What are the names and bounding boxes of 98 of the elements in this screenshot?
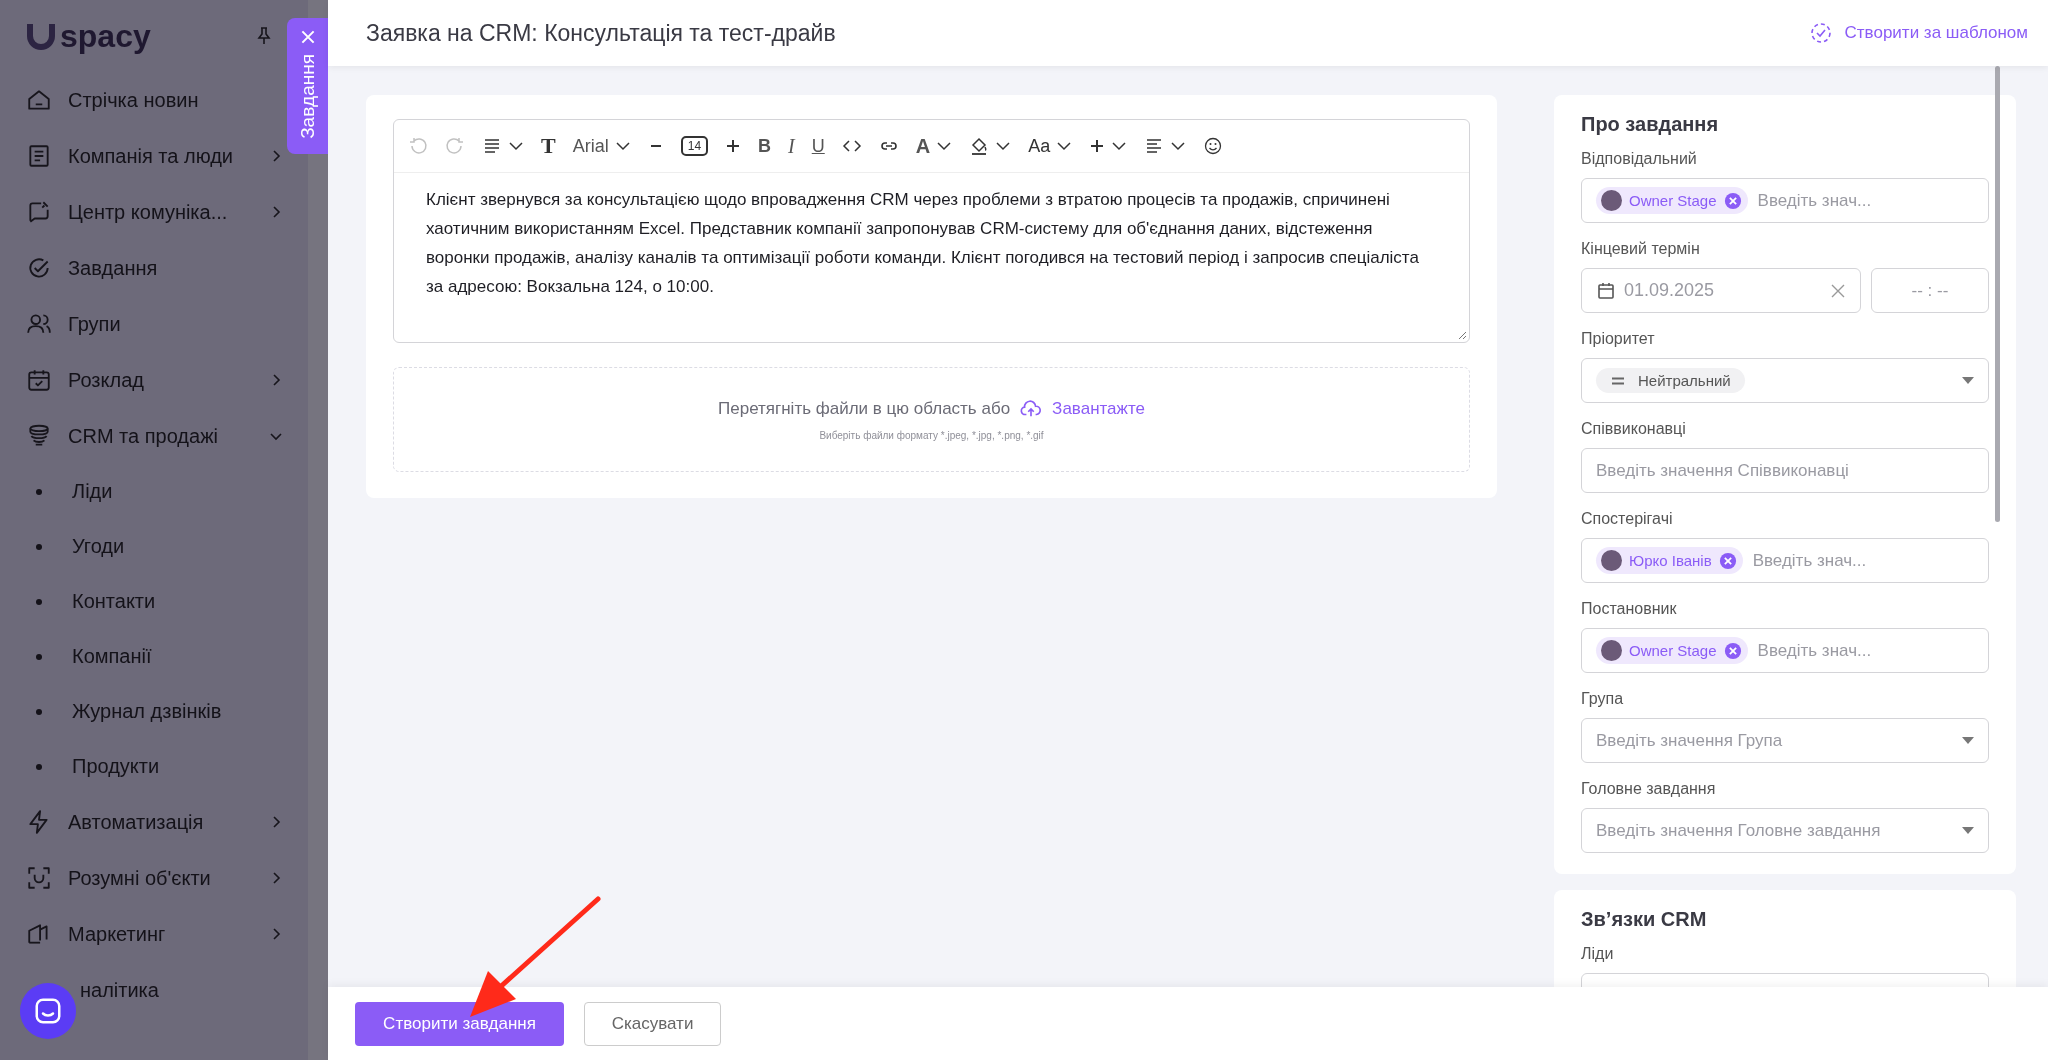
file-drop-zone[interactable]: Перетягніть файли в цю область або Завантажте Виберіть файли формату *.jpeg, *.jpg, *.png, *.gif <box>393 367 1470 472</box>
select-field[interactable]: Введіть значення Група <box>1581 718 1989 763</box>
bullet-dot <box>36 653 42 660</box>
nav-label[interactable]: Маркетинг <box>68 922 166 946</box>
page-title: Заявка на CRM: Консультація та тест-драйв <box>366 19 836 47</box>
logo-mark-icon <box>26 21 56 51</box>
field-label: Група <box>1581 690 1625 708</box>
field-label: Постановник <box>1581 600 1678 618</box>
text-case-tool[interactable]: Aa <box>1028 135 1051 157</box>
nav-label[interactable]: Центр комуніка... <box>68 200 228 224</box>
field-label: Спостерігачі <box>1581 510 1674 528</box>
nav-label[interactable]: Розумні об'єкти <box>68 866 211 890</box>
clear-icon[interactable] <box>1830 282 1846 299</box>
avatar-placeholder <box>1601 640 1622 661</box>
bullet-dot <box>36 708 42 715</box>
priority-select[interactable]: Нейтральний <box>1581 358 1989 403</box>
scrollbar-thumb[interactable] <box>1995 66 2000 522</box>
side-tab[interactable]: Завдання <box>287 18 328 154</box>
remove-icon[interactable] <box>1723 191 1742 210</box>
bold-tool[interactable]: B <box>758 135 772 157</box>
people-field[interactable]: Юрко Іванів Введіть знач... <box>1581 538 1989 583</box>
bullet-dot <box>36 598 42 605</box>
plus-icon[interactable] <box>725 138 742 154</box>
chip-label: Юрко Іванів <box>1629 552 1712 569</box>
nav-sublabel[interactable]: Продукти <box>72 755 160 778</box>
text-color-tool[interactable]: A <box>915 134 931 158</box>
nav-label[interactable]: Групи <box>68 312 121 336</box>
priority-value: Нейтральний <box>1638 372 1731 389</box>
card-title: Зв’язки CRM <box>1581 908 1708 931</box>
font-style-tool[interactable]: T <box>541 133 556 159</box>
nav-sublabel[interactable]: Контакти <box>72 590 156 613</box>
scan-frame-icon <box>26 865 52 891</box>
bullet-dot <box>36 488 42 495</box>
upload-link[interactable]: Завантажте <box>1052 399 1145 419</box>
dropdown-arrow-icon[interactable] <box>1962 376 1974 385</box>
plus-icon[interactable] <box>1089 138 1106 154</box>
document-list-icon <box>26 143 52 169</box>
nav-label[interactable]: налітика <box>80 978 159 1002</box>
underline-tool[interactable]: U <box>811 135 825 157</box>
nav-sublabel[interactable]: Журнал дзвінків <box>72 700 222 723</box>
nav-sublabel[interactable]: Ліди <box>72 480 113 503</box>
chat-phone-icon <box>26 199 52 225</box>
nav-label[interactable]: CRM та продажі <box>68 424 218 448</box>
smiley-icon[interactable] <box>1203 136 1224 156</box>
nav-sublabel[interactable]: Компанії <box>72 645 152 668</box>
person-chip[interactable]: Owner Stage <box>1596 637 1748 664</box>
time-field[interactable]: -- : -- <box>1871 268 1989 313</box>
select-field[interactable]: Введіть значення Головне завдання <box>1581 808 1989 853</box>
side-tab-label[interactable]: Завдання <box>296 54 319 139</box>
remove-icon[interactable] <box>1718 551 1737 570</box>
date-value: 01.09.2025 <box>1624 280 1716 301</box>
font-size-field[interactable]: 14 <box>680 136 709 156</box>
editor-text: Клієнт звернувся за консультацією щодо впровадження CRM через проблеми з втратою процесів та продажів, спричинені хаотичним використанням Excel. Представник компанії запропонував CRM-систему для об'єднання даних, відстеження воронки продажів, аналізу каналів та оптимізації роботи команди. Клієнт погодився на тестовий період і запросив спеціаліста за адресою: Вокзальна 124, о 10:00. <box>425 189 1420 298</box>
logo-text: spacy <box>60 17 151 55</box>
file-format-hint: Виберіть файли формату *.jpeg, *.jpg, *.png, *.gif <box>819 430 1044 441</box>
italic-tool[interactable]: I <box>788 134 795 158</box>
field-label: Відповідальний <box>1581 150 1698 168</box>
nav-label[interactable]: Розклад <box>68 368 144 392</box>
nav-label[interactable]: Стрічка новин <box>68 88 199 112</box>
field-label: Пріоритет <box>1581 330 1656 348</box>
field-label: Кінцевий термін <box>1581 240 1701 258</box>
remove-icon[interactable] <box>1723 641 1742 660</box>
stack-icon <box>26 423 52 449</box>
dashed-check-circle-icon <box>1808 21 1833 45</box>
chip-label: Owner Stage <box>1629 192 1717 209</box>
text-field[interactable]: Введіть значення Співвиконавці <box>1581 448 1989 493</box>
nav-sublabel[interactable]: Угоди <box>72 535 125 558</box>
calendar-icon <box>26 367 52 393</box>
people-field[interactable]: Owner Stage Введіть знач... <box>1581 628 1989 673</box>
bullet-dot <box>36 543 42 550</box>
field-label: Ліди <box>1581 945 1615 963</box>
person-chip[interactable]: Юрко Іванів <box>1596 547 1743 574</box>
avatar-placeholder <box>1601 550 1622 571</box>
chip-label: Owner Stage <box>1629 642 1717 659</box>
nav-label[interactable]: Завдання <box>68 256 158 280</box>
drop-prompt: Перетягніть файли в цю область або <box>718 399 1011 419</box>
font-select[interactable]: Arial <box>572 135 609 157</box>
create-task-button[interactable]: Створити завдання <box>355 1001 564 1046</box>
resize-handle-icon[interactable] <box>1457 330 1467 340</box>
chat-icon <box>33 996 63 1026</box>
calendar-icon <box>1596 280 1616 301</box>
field-label: Головне завдання <box>1581 780 1717 798</box>
card-title: Про завдання <box>1581 113 1720 136</box>
nav-label[interactable]: Компанія та люди <box>68 144 234 168</box>
align-icon[interactable] <box>482 136 502 156</box>
nav-label[interactable]: Автоматизація <box>68 810 204 834</box>
avatar-placeholder <box>1601 190 1622 211</box>
cancel-button[interactable]: Скасувати <box>584 1001 721 1046</box>
people-field[interactable]: Owner Stage Введіть знач... <box>1581 178 1989 223</box>
bullet-dot <box>36 763 42 770</box>
template-button[interactable]: Створити за шаблоном <box>1802 20 2034 46</box>
dropdown-arrow-icon[interactable] <box>1962 826 1974 835</box>
person-chip[interactable]: Owner Stage <box>1596 187 1748 214</box>
dropdown-arrow-icon[interactable] <box>1962 736 1974 745</box>
chat-bubble-button[interactable] <box>20 983 76 1039</box>
field-label: Співвиконавці <box>1581 420 1687 438</box>
text-editor[interactable] <box>393 119 1470 343</box>
date-field[interactable]: 01.09.2025 <box>1581 268 1861 313</box>
